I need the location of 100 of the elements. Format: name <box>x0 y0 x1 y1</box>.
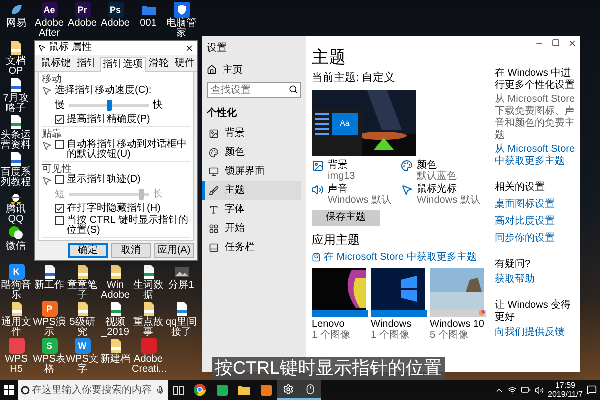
theme-image-count: 5 个图像 <box>430 330 470 340</box>
icon-label[interactable]: WPS表格 <box>33 355 66 375</box>
store-link[interactable]: 在 Microsoft Store 中获取更多主题 <box>312 250 486 264</box>
panel-icon <box>209 242 219 252</box>
search-field[interactable]: 查找设置 <box>207 82 301 98</box>
microphone-icon[interactable] <box>156 386 165 394</box>
tab[interactable]: 硬件 <box>172 57 198 71</box>
feedback-link[interactable]: 向我们提供反馈 <box>495 327 577 339</box>
icon-label[interactable]: 百度系列教程 <box>0 168 32 188</box>
nav-item[interactable]: 开始 <box>202 219 301 238</box>
icon-label[interactable]: Adobe <box>66 19 99 29</box>
theme-attribute[interactable]: 声音 Windows 默认 <box>312 184 397 206</box>
text-icon <box>209 204 219 214</box>
icon-label[interactable]: 头条运营资料 <box>0 131 32 151</box>
wifi-icon[interactable] <box>508 386 517 394</box>
icon-label[interactable]: 重点故事 <box>132 318 165 338</box>
taskbar-app[interactable] <box>299 380 321 400</box>
theme-tile[interactable]: Windows 1 个图像 <box>371 268 427 340</box>
grid-icon <box>209 224 219 234</box>
theme-tile[interactable]: Windows 10 5 个图像 <box>430 268 486 340</box>
task-view-icon[interactable] <box>173 386 184 394</box>
icon-label[interactable]: 视频_2019 <box>99 318 132 338</box>
slider-max-label: 快 <box>153 98 163 113</box>
slider-thumb[interactable] <box>107 100 112 111</box>
checkbox[interactable] <box>55 216 64 225</box>
icon-label[interactable]: 腾讯QQ <box>0 205 32 225</box>
checkbox-label[interactable]: 显示指针轨迹(D) <box>67 175 141 185</box>
tab[interactable]: 滑轮 <box>146 57 172 71</box>
speaker-icon[interactable] <box>535 386 544 394</box>
icon-label[interactable]: WPS H5 <box>0 355 33 375</box>
nav-item[interactable]: 锁屏界面 <box>202 162 301 181</box>
dialog-button[interactable]: 应用(A) <box>154 243 194 258</box>
close-icon[interactable] <box>568 39 577 48</box>
icon-label[interactable]: 微信 <box>0 242 32 252</box>
theme-attribute[interactable]: 颜色 默认蓝色 <box>401 160 486 182</box>
icon-label[interactable]: WPS文字 <box>66 355 99 375</box>
nav-item[interactable]: 背景 <box>202 124 301 143</box>
taskbar-app[interactable] <box>277 380 299 400</box>
windows-logo-icon[interactable] <box>4 385 14 395</box>
checkbox-label[interactable]: 当按 CTRL 键时显示指针的位置(S) <box>67 216 190 236</box>
shield-icon <box>174 2 190 18</box>
mouse-pointer-icon <box>401 184 413 196</box>
checkbox-label[interactable]: 自动将指针移动到对话框中的默认按钮(U) <box>67 140 190 160</box>
icon-label[interactable]: Adobe <box>99 19 132 29</box>
icon-label[interactable]: WPS演示 <box>33 318 66 338</box>
browser-icon <box>194 384 206 396</box>
beach-photo-drawing <box>430 268 484 310</box>
related-link[interactable]: 高对比度设置 <box>495 216 577 228</box>
icon-label[interactable]: 5级研究 <box>66 318 99 338</box>
checkbox[interactable] <box>55 204 64 213</box>
maximize-icon[interactable] <box>552 39 560 47</box>
icon-label[interactable]: 7月攻略子 <box>0 94 32 114</box>
icon-label[interactable]: 001 <box>132 19 165 29</box>
dialog-button[interactable]: 确定 <box>68 243 108 258</box>
taskbar-search-field[interactable]: 在这里输入你要搜索的内容 <box>18 380 168 400</box>
nav-item[interactable]: 主题 <box>202 181 301 200</box>
icon-label[interactable]: Adobe After <box>33 19 66 39</box>
search-icon <box>289 85 298 94</box>
icon-label[interactable]: Adobe Creati... <box>132 355 165 375</box>
store-link[interactable]: 从 Microsoft Store 中获取更多主题 <box>495 144 577 168</box>
icon-label[interactable]: 新建档 <box>99 355 132 365</box>
close-icon[interactable] <box>185 44 194 52</box>
theme-attribute[interactable]: 背景 img13 <box>312 160 397 182</box>
icon-label[interactable]: 酷狗音乐 <box>0 281 33 301</box>
battery-icon[interactable] <box>521 385 531 395</box>
icon-label[interactable]: 网易 <box>0 19 33 29</box>
icon-label[interactable]: Win Adobe <box>99 281 132 301</box>
home-link[interactable]: 主页 <box>207 62 301 78</box>
theme-tile[interactable]: Lenovo 1 个图像 <box>312 268 368 340</box>
tab[interactable]: 鼠标键 <box>38 57 74 71</box>
monitor-icon <box>209 166 219 176</box>
nav-item[interactable]: 字体 <box>202 200 301 219</box>
related-link[interactable]: 桌面图标设置 <box>495 199 577 211</box>
related-link[interactable]: 同步你的设置 <box>495 233 577 245</box>
clock-date[interactable]: 2019/11/7 <box>548 390 583 399</box>
tab[interactable]: 指针选项 <box>100 57 146 72</box>
icon-label[interactable]: 通用文件 <box>0 318 33 338</box>
help-link[interactable]: 获取帮助 <box>495 274 577 286</box>
icon-label[interactable]: 电脑管家 <box>165 19 198 39</box>
checkbox[interactable] <box>55 115 64 124</box>
icon-label[interactable]: 童童笔子 <box>66 281 99 301</box>
checkbox[interactable] <box>55 175 64 184</box>
theme-attribute[interactable]: 鼠标光标 Windows 默认 <box>401 184 486 206</box>
checkbox-label[interactable]: 在打字时隐藏指针(H) <box>67 204 161 214</box>
icon-label[interactable]: 文档OP <box>0 57 32 77</box>
dialog-button[interactable]: 取消 <box>111 243 151 258</box>
page-heading: 主题 <box>312 48 347 68</box>
nav-item[interactable]: 颜色 <box>202 143 301 162</box>
icon-label[interactable]: 新工作 <box>33 281 66 291</box>
clock-time[interactable]: 17:59 <box>555 381 576 390</box>
tab[interactable]: 指针 <box>74 57 100 71</box>
notification-icon[interactable] <box>587 385 597 395</box>
save-theme-button[interactable]: 保存主题 <box>312 210 380 226</box>
icon-label[interactable]: 分屏1 <box>165 281 198 291</box>
icon-label[interactable]: qq里间接了 <box>165 318 198 338</box>
checkbox-label[interactable]: 提高指针精确度(P) <box>67 115 150 125</box>
app-icon: P <box>42 301 58 317</box>
checkbox[interactable] <box>55 140 64 149</box>
icon-label[interactable]: 生词数据 <box>132 281 165 301</box>
nav-item[interactable]: 任务栏 <box>202 238 301 257</box>
